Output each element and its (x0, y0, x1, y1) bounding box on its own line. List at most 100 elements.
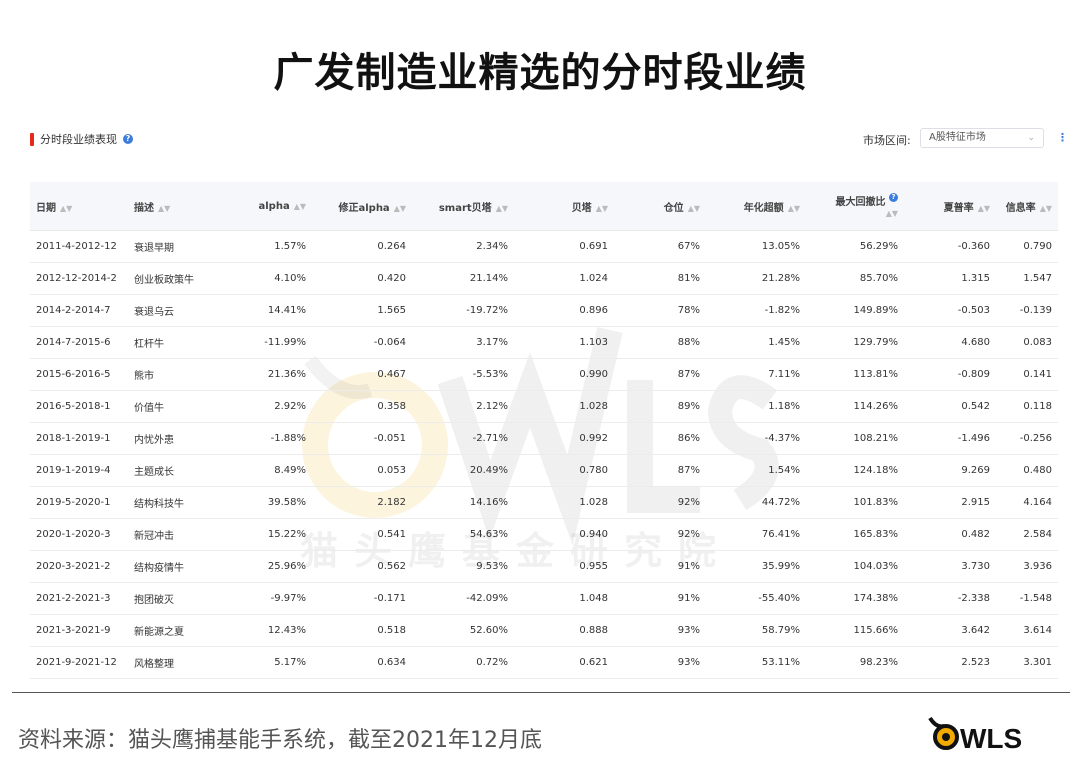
table-cell: 2019-1-2019-4 (30, 454, 128, 487)
table-cell: 98.23% (806, 646, 904, 679)
table-cell: 杠杆牛 (128, 326, 240, 359)
table-cell: 93% (614, 646, 706, 679)
table-cell: 124.18% (806, 454, 904, 487)
table-cell: 104.03% (806, 550, 904, 583)
table-cell: 52.60% (412, 614, 514, 647)
table-cell: -55.40% (706, 582, 806, 615)
table-header-row: 日期 ▲▼ 描述 ▲▼ alpha ▲▼ 修正alpha ▲▼ smart贝塔 ▲▼ 贝塔… (30, 182, 1058, 231)
info-icon: ? (889, 193, 898, 202)
table-row: 2021-3-2021-9 新能源之夏 12.43% 0.518 52.60% 0.888… (30, 614, 1058, 647)
table-cell: 3.17% (412, 326, 514, 359)
table-cell: 2.12% (412, 390, 514, 423)
column-header[interactable]: 贝塔 ▲▼ (514, 182, 614, 231)
table-cell: -4.37% (706, 422, 806, 455)
table-cell: 2021-9-2021-12 (30, 646, 128, 679)
table-cell: 价值牛 (128, 390, 240, 423)
table-cell: 2012-12-2014-2 (30, 262, 128, 295)
table-cell: 0.955 (514, 550, 614, 583)
table-cell: 0.888 (514, 614, 614, 647)
table-cell: 7.11% (706, 358, 806, 391)
table-cell: 12.43% (240, 614, 312, 647)
table-cell: 89% (614, 390, 706, 423)
table-cell: 0.420 (312, 262, 412, 295)
market-range-select[interactable]: A股特征市场 ⌄ (920, 128, 1044, 148)
table-cell: 2.915 (904, 486, 996, 519)
section-label: 分时段业绩表现 (40, 133, 117, 146)
table-cell: -0.360 (904, 230, 996, 263)
table-row: 2018-1-2019-1 内忧外患 -1.88% -0.051 -2.71% 0.992… (30, 422, 1058, 455)
table-cell: 9.53% (412, 550, 514, 583)
table-row: 2011-4-2012-12 衰退早期 1.57% 0.264 2.34% 0.691 67… (30, 230, 1058, 263)
column-header[interactable]: 年化超额 ▲▼ (706, 182, 806, 231)
column-header[interactable]: 夏普率 ▲▼ (904, 182, 996, 231)
table-cell: 76.41% (706, 518, 806, 551)
table-cell: 2014-2-2014-7 (30, 294, 128, 327)
source-note: 资料来源：猫头鹰捕基能手系统，截至2021年12月底 (18, 728, 542, 753)
table-cell: 2016-5-2018-1 (30, 390, 128, 423)
table-cell: 14.41% (240, 294, 312, 327)
table-cell: 92% (614, 486, 706, 519)
column-header[interactable]: 日期 ▲▼ (30, 182, 128, 231)
table-row: 2021-9-2021-12 风格整理 5.17% 0.634 0.72% 0.621 93… (30, 646, 1058, 679)
table-row: 2015-6-2016-5 熊市 21.36% 0.467 -5.53% 0.990 87%… (30, 358, 1058, 391)
table-cell: -19.72% (412, 294, 514, 327)
table-cell: 115.66% (806, 614, 904, 647)
table-cell: 0.691 (514, 230, 614, 263)
sort-icon: ▲▼ (393, 203, 406, 213)
chevron-down-icon: ⌄ (1027, 133, 1035, 143)
table-cell: 2015-6-2016-5 (30, 358, 128, 391)
table-cell: -5.53% (412, 358, 514, 391)
table-cell: 25.96% (240, 550, 312, 583)
table-cell: 21.14% (412, 262, 514, 295)
table-cell: 1.103 (514, 326, 614, 359)
column-header[interactable]: alpha ▲▼ (240, 182, 312, 231)
table-cell: -0.139 (996, 294, 1058, 327)
table-cell: 129.79% (806, 326, 904, 359)
column-header[interactable]: smart贝塔 ▲▼ (412, 182, 514, 231)
sort-icon: ▲▼ (158, 203, 171, 213)
table-cell: 13.05% (706, 230, 806, 263)
table-cell: 1.024 (514, 262, 614, 295)
table-cell: 1.028 (514, 486, 614, 519)
accent-bar (30, 132, 34, 146)
table-cell: 0.480 (996, 454, 1058, 487)
table-cell: 165.83% (806, 518, 904, 551)
table-cell: 91% (614, 582, 706, 615)
table-cell: 9.269 (904, 454, 996, 487)
table-cell: 风格整理 (128, 646, 240, 679)
table-cell: 108.21% (806, 422, 904, 455)
info-icon[interactable]: ? (123, 134, 133, 144)
table-cell: 0.542 (904, 390, 996, 423)
table-cell: 0.518 (312, 614, 412, 647)
column-header[interactable]: 最大回撤比 ? ▲▼ (806, 182, 904, 231)
table-cell: 0.992 (514, 422, 614, 455)
table-cell: 67% (614, 230, 706, 263)
column-header[interactable]: 描述 ▲▼ (128, 182, 240, 231)
column-header[interactable]: 信息率 ▲▼ (996, 182, 1058, 231)
table-cell: 3.936 (996, 550, 1058, 583)
table-cell: 53.11% (706, 646, 806, 679)
table-cell: 2021-3-2021-9 (30, 614, 128, 647)
table-cell: 0.141 (996, 358, 1058, 391)
column-header[interactable]: 修正alpha ▲▼ (312, 182, 412, 231)
column-header[interactable]: 仓位 ▲▼ (614, 182, 706, 231)
more-options-icon[interactable]: ⋮ (1057, 131, 1068, 144)
table-cell: 0.118 (996, 390, 1058, 423)
table-cell: 1.18% (706, 390, 806, 423)
sort-icon: ▲▼ (977, 203, 990, 213)
table-cell: 4.164 (996, 486, 1058, 519)
table-cell: 15.22% (240, 518, 312, 551)
table-cell: 44.72% (706, 486, 806, 519)
table-cell: -0.503 (904, 294, 996, 327)
table-cell: 2.523 (904, 646, 996, 679)
table-cell: -9.97% (240, 582, 312, 615)
table-cell: 2011-4-2012-12 (30, 230, 128, 263)
svg-text:WLS: WLS (960, 723, 1022, 754)
table-cell: 2021-2-2021-3 (30, 582, 128, 615)
table-cell: 2.92% (240, 390, 312, 423)
table-cell: 0.72% (412, 646, 514, 679)
sort-icon: ▲▼ (595, 203, 608, 213)
table-cell: 1.54% (706, 454, 806, 487)
table-cell: 创业板政策牛 (128, 262, 240, 295)
table-cell: 1.45% (706, 326, 806, 359)
